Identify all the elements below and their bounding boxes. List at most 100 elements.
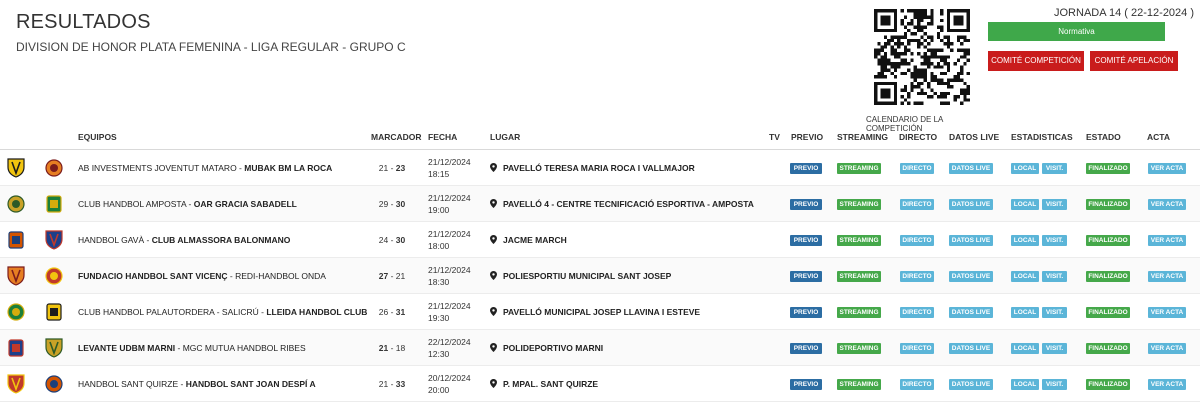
datos-live-button[interactable]: DATOS LIVE: [949, 343, 993, 354]
home-team-name[interactable]: HANDBOL GAVÀ: [78, 235, 144, 245]
match-venue[interactable]: PAVELLÓ TERESA MARIA ROCA I VALLMAJOR: [490, 163, 695, 173]
streaming-button[interactable]: STREAMING: [837, 199, 881, 210]
away-team-logo-icon[interactable]: [45, 230, 63, 250]
directo-button[interactable]: DIRECTO: [900, 379, 934, 390]
streaming-button[interactable]: STREAMING: [837, 235, 881, 246]
datos-live-button[interactable]: DATOS LIVE: [949, 307, 993, 318]
stats-local-button[interactable]: LOCAL: [1011, 379, 1039, 390]
ver-acta-button[interactable]: VER ACTA: [1148, 271, 1186, 282]
home-team-name[interactable]: CLUB HANDBOL AMPOSTA: [78, 199, 186, 209]
home-team-logo-icon[interactable]: [7, 194, 25, 214]
directo-button[interactable]: DIRECTO: [900, 271, 934, 282]
datos-live-button[interactable]: DATOS LIVE: [949, 163, 993, 174]
previo-button[interactable]: PREVIO: [790, 199, 822, 210]
previo-button[interactable]: PREVIO: [790, 343, 822, 354]
venue-name[interactable]: POLIDEPORTIVO MARNI: [503, 343, 603, 353]
match-venue[interactable]: PAVELLÓ 4 - CENTRE TECNIFICACIÓ ESPORTIV…: [490, 199, 754, 209]
stats-visit-button[interactable]: VISIT.: [1042, 235, 1067, 246]
venue-name[interactable]: PAVELLÓ 4 - CENTRE TECNIFICACIÓ ESPORTIV…: [503, 199, 754, 209]
stats-local-button[interactable]: LOCAL: [1011, 271, 1039, 282]
away-team-logo-icon[interactable]: [45, 158, 63, 178]
qr-code-icon[interactable]: [874, 9, 970, 105]
away-team-logo-icon[interactable]: [45, 194, 63, 214]
directo-button[interactable]: DIRECTO: [900, 307, 934, 318]
home-team-logo-icon[interactable]: [7, 338, 25, 358]
away-team-name[interactable]: MUBAK BM LA ROCA: [244, 163, 332, 173]
comite-competicion-button[interactable]: COMITÉ COMPETICIÓN: [988, 51, 1084, 71]
away-team-logo-icon[interactable]: [45, 302, 63, 322]
match-teams[interactable]: HANDBOL GAVÀ - CLUB ALMASSORA BALONMANO: [78, 235, 290, 245]
ver-acta-button[interactable]: VER ACTA: [1148, 307, 1186, 318]
home-team-name[interactable]: HANDBOL SANT QUIRZE: [78, 379, 178, 389]
stats-local-button[interactable]: LOCAL: [1011, 307, 1039, 318]
previo-button[interactable]: PREVIO: [790, 163, 822, 174]
home-team-name[interactable]: FUNDACIO HANDBOL SANT VICENÇ: [78, 271, 228, 281]
home-team-logo-icon[interactable]: [7, 266, 25, 286]
previo-button[interactable]: PREVIO: [790, 235, 822, 246]
home-team-logo-icon[interactable]: [7, 302, 25, 322]
venue-name[interactable]: P. MPAL. SANT QUIRZE: [503, 379, 598, 389]
match-venue[interactable]: PAVELLÓ MUNICIPAL JOSEP LLAVINA I ESTEVE: [490, 307, 700, 317]
venue-name[interactable]: POLIESPORTIU MUNICIPAL SANT JOSEP: [503, 271, 671, 281]
directo-button[interactable]: DIRECTO: [900, 199, 934, 210]
stats-visit-button[interactable]: VISIT.: [1042, 307, 1067, 318]
stats-visit-button[interactable]: VISIT.: [1042, 271, 1067, 282]
ver-acta-button[interactable]: VER ACTA: [1148, 235, 1186, 246]
ver-acta-button[interactable]: VER ACTA: [1148, 343, 1186, 354]
ver-acta-button[interactable]: VER ACTA: [1148, 199, 1186, 210]
away-team-name[interactable]: HANDBOL SANT JOAN DESPÍ A: [186, 379, 316, 389]
home-team-name[interactable]: LEVANTE UDBM MARNI: [78, 343, 175, 353]
stats-visit-button[interactable]: VISIT.: [1042, 379, 1067, 390]
home-team-name[interactable]: AB INVESTMENTS JOVENTUT MATARO: [78, 163, 237, 173]
away-team-logo-icon[interactable]: [45, 266, 63, 286]
stats-local-button[interactable]: LOCAL: [1011, 163, 1039, 174]
match-venue[interactable]: P. MPAL. SANT QUIRZE: [490, 379, 598, 389]
match-teams[interactable]: CLUB HANDBOL AMPOSTA - OAR GRACIA SABADE…: [78, 199, 297, 209]
stats-local-button[interactable]: LOCAL: [1011, 199, 1039, 210]
home-team-logo-icon[interactable]: [7, 230, 25, 250]
stats-local-button[interactable]: LOCAL: [1011, 343, 1039, 354]
datos-live-button[interactable]: DATOS LIVE: [949, 199, 993, 210]
match-venue[interactable]: POLIDEPORTIVO MARNI: [490, 343, 603, 353]
match-venue[interactable]: JACME MARCH: [490, 235, 567, 245]
ver-acta-button[interactable]: VER ACTA: [1148, 163, 1186, 174]
home-team-logo-icon[interactable]: [7, 158, 25, 178]
match-teams[interactable]: LEVANTE UDBM MARNI - MGC MUTUA HANDBOL R…: [78, 343, 306, 353]
previo-button[interactable]: PREVIO: [790, 271, 822, 282]
stats-visit-button[interactable]: VISIT.: [1042, 199, 1067, 210]
away-team-logo-icon[interactable]: [45, 338, 63, 358]
streaming-button[interactable]: STREAMING: [837, 343, 881, 354]
previo-button[interactable]: PREVIO: [790, 379, 822, 390]
streaming-button[interactable]: STREAMING: [837, 163, 881, 174]
streaming-button[interactable]: STREAMING: [837, 271, 881, 282]
venue-name[interactable]: JACME MARCH: [503, 235, 567, 245]
home-team-logo-icon[interactable]: [7, 374, 25, 394]
previo-button[interactable]: PREVIO: [790, 307, 822, 318]
away-team-logo-icon[interactable]: [45, 374, 63, 394]
directo-button[interactable]: DIRECTO: [900, 235, 934, 246]
datos-live-button[interactable]: DATOS LIVE: [949, 379, 993, 390]
match-teams[interactable]: FUNDACIO HANDBOL SANT VICENÇ - REDI-HAND…: [78, 271, 326, 281]
streaming-button[interactable]: STREAMING: [837, 307, 881, 318]
venue-name[interactable]: PAVELLÓ MUNICIPAL JOSEP LLAVINA I ESTEVE: [503, 307, 700, 317]
venue-name[interactable]: PAVELLÓ TERESA MARIA ROCA I VALLMAJOR: [503, 163, 695, 173]
comite-apelacion-button[interactable]: COMITÉ APELACIÓN: [1090, 51, 1178, 71]
directo-button[interactable]: DIRECTO: [900, 163, 934, 174]
home-team-name[interactable]: CLUB HANDBOL PALAUTORDERA - SALICRÚ: [78, 307, 259, 317]
stats-visit-button[interactable]: VISIT.: [1042, 343, 1067, 354]
away-team-name[interactable]: OAR GRACIA SABADELL: [194, 199, 297, 209]
datos-live-button[interactable]: DATOS LIVE: [949, 235, 993, 246]
stats-local-button[interactable]: LOCAL: [1011, 235, 1039, 246]
away-team-name[interactable]: REDI-HANDBOL ONDA: [235, 271, 326, 281]
ver-acta-button[interactable]: VER ACTA: [1148, 379, 1186, 390]
away-team-name[interactable]: MGC MUTUA HANDBOL RIBES: [183, 343, 306, 353]
datos-live-button[interactable]: DATOS LIVE: [949, 271, 993, 282]
match-teams[interactable]: AB INVESTMENTS JOVENTUT MATARO - MUBAK B…: [78, 163, 332, 173]
away-team-name[interactable]: LLEIDA HANDBOL CLUB: [266, 307, 367, 317]
away-team-name[interactable]: CLUB ALMASSORA BALONMANO: [152, 235, 291, 245]
match-teams[interactable]: HANDBOL SANT QUIRZE - HANDBOL SANT JOAN …: [78, 379, 316, 389]
directo-button[interactable]: DIRECTO: [900, 343, 934, 354]
streaming-button[interactable]: STREAMING: [837, 379, 881, 390]
normativa-button[interactable]: Normativa: [988, 22, 1165, 41]
match-teams[interactable]: CLUB HANDBOL PALAUTORDERA - SALICRÚ - LL…: [78, 307, 367, 317]
